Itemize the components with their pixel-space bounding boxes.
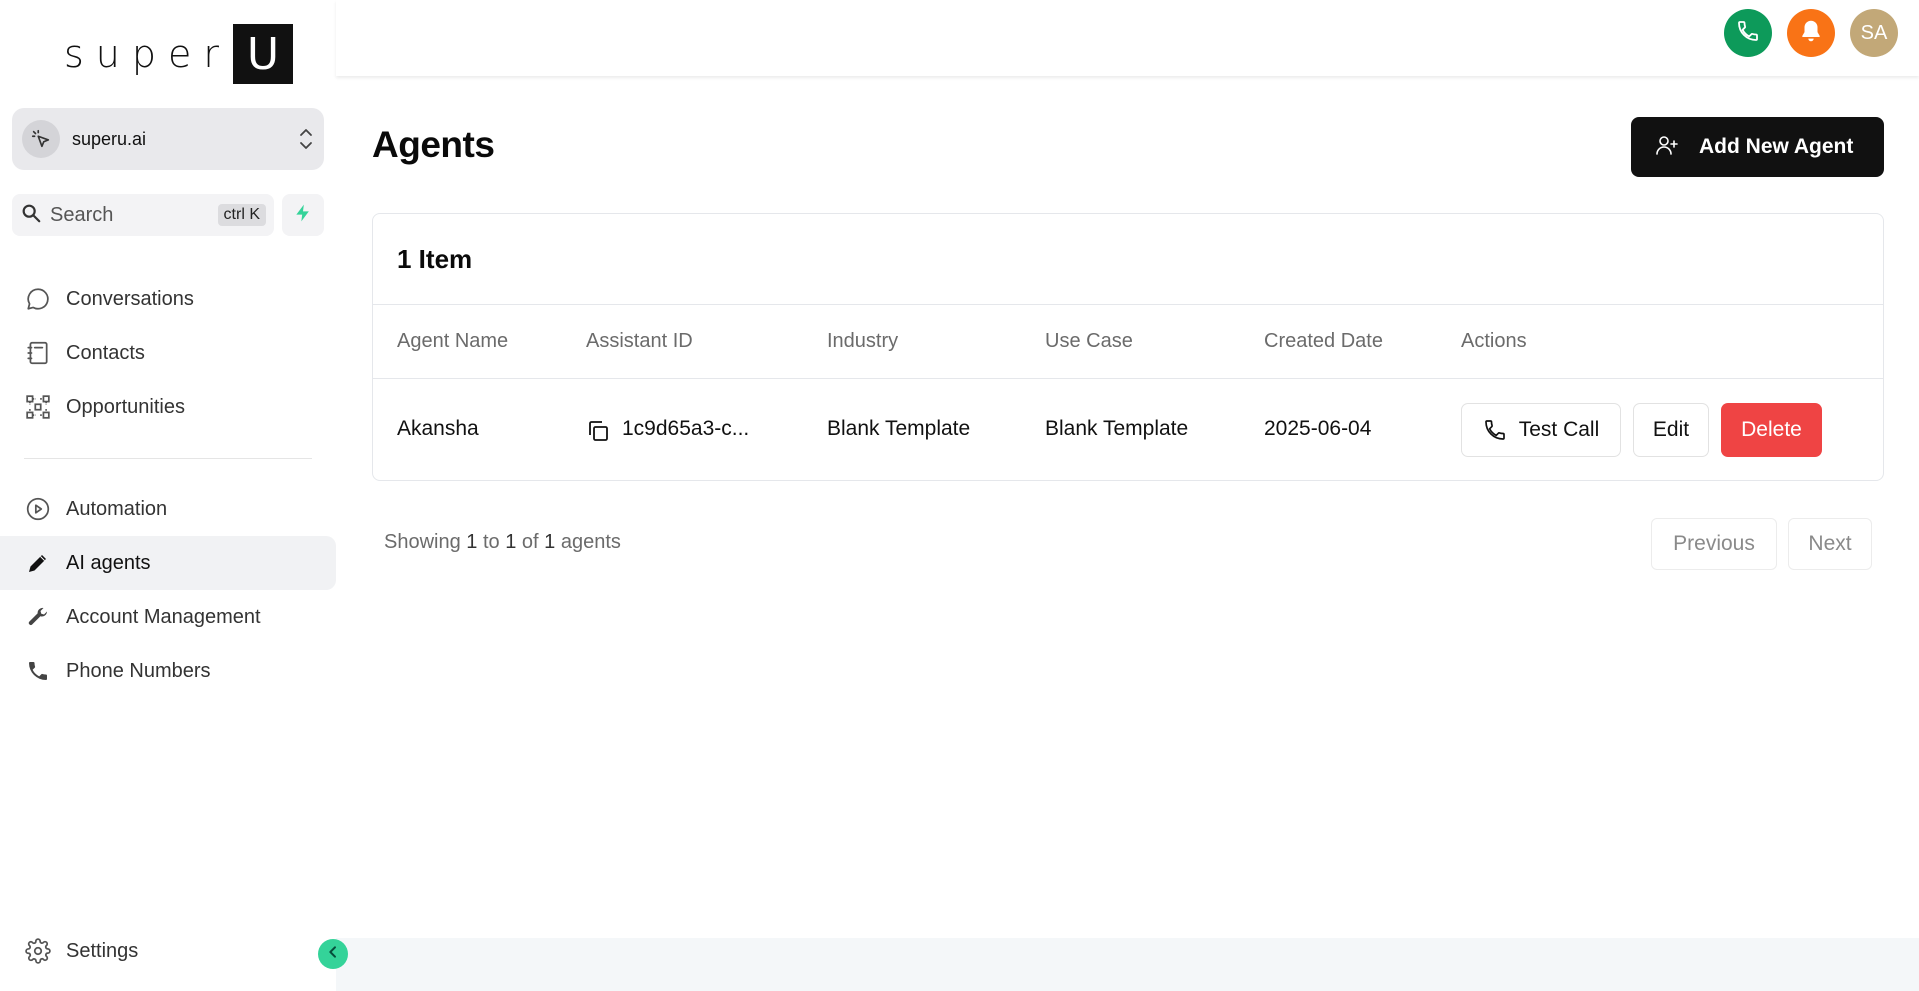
search-icon — [20, 202, 42, 229]
sidebar-item-settings[interactable]: Settings — [0, 924, 336, 978]
add-new-agent-label: Add New Agent — [1699, 135, 1854, 158]
logo-text: super — [64, 32, 232, 76]
network-icon — [24, 393, 52, 421]
sidebar-item-automation[interactable]: Automation — [0, 482, 336, 536]
sidebar-collapse-button[interactable] — [318, 939, 348, 969]
gear-icon — [24, 937, 52, 965]
phone-icon — [24, 657, 52, 685]
agents-table-card: 1 Item Agent Name Assistant ID Industry … — [372, 213, 1884, 481]
cell-agent-name: Akansha — [397, 417, 479, 440]
user-avatar[interactable]: SA — [1850, 9, 1898, 57]
sidebar: super U superu.ai Search ctrl K Conversa… — [0, 0, 336, 991]
sidebar-item-label: Automation — [66, 497, 168, 520]
divider — [373, 304, 1883, 305]
search-shortcut: ctrl K — [217, 204, 266, 226]
bell-icon — [1798, 18, 1824, 49]
contact-book-icon — [24, 339, 52, 367]
divider — [373, 378, 1883, 379]
org-switcher[interactable]: superu.ai — [12, 108, 324, 170]
add-new-agent-button[interactable]: Add New Agent — [1631, 117, 1884, 177]
search-box[interactable]: Search ctrl K — [12, 194, 274, 236]
sidebar-item-ai-agents[interactable]: AI agents — [0, 536, 336, 590]
previous-page-button[interactable]: Previous — [1651, 518, 1777, 570]
sidebar-item-label: Contacts — [66, 341, 145, 364]
item-count: 1 Item — [397, 244, 473, 274]
org-name: superu.ai — [72, 128, 147, 149]
column-header-agent-name[interactable]: Agent Name — [397, 330, 508, 353]
search-label: Search — [50, 203, 114, 226]
pagination-from: 1 — [466, 531, 478, 553]
call-button[interactable] — [1724, 9, 1772, 57]
cursor-sparkle-icon — [22, 120, 60, 158]
sidebar-item-label: Opportunities — [66, 395, 185, 418]
cell-assistant-id: 1c9d65a3-c... — [622, 417, 750, 440]
edit-button[interactable]: Edit — [1633, 403, 1709, 457]
phone-icon — [1736, 19, 1760, 48]
sidebar-item-label: Settings — [66, 939, 139, 962]
column-header-actions: Actions — [1461, 330, 1527, 352]
sidebar-item-contacts[interactable]: Contacts — [0, 326, 336, 380]
top-bar: SA — [336, 0, 1919, 76]
brand-logo[interactable]: super U — [64, 24, 294, 84]
pagination-of-word: of — [521, 531, 539, 553]
sidebar-item-phone-numbers[interactable]: Phone Numbers — [0, 644, 336, 698]
pagination-to: 1 — [505, 531, 517, 553]
user-plus-icon — [1655, 133, 1679, 162]
chevron-up-down-icon — [298, 126, 314, 152]
pagination-total: 1 — [544, 531, 556, 553]
play-circle-icon — [24, 495, 52, 523]
delete-button[interactable]: Delete — [1721, 403, 1822, 457]
delete-label: Delete — [1741, 418, 1802, 441]
sidebar-item-label: Account Management — [66, 605, 261, 628]
sidebar-item-opportunities[interactable]: Opportunities — [0, 380, 336, 434]
test-call-button[interactable]: Test Call — [1461, 403, 1621, 457]
sidebar-item-account-management[interactable]: Account Management — [0, 590, 336, 644]
phone-icon — [1483, 418, 1507, 442]
pagination-to-word: to — [482, 531, 500, 553]
copy-icon[interactable] — [586, 419, 610, 443]
quick-action-button[interactable] — [282, 194, 324, 236]
bolt-icon — [293, 202, 313, 229]
pagination-suffix: agents — [560, 531, 621, 553]
cell-use-case: Blank Template — [1045, 417, 1189, 440]
pagination-summary: Showing 1 to 1 of 1 agents — [384, 531, 621, 554]
test-call-label: Test Call — [1518, 418, 1600, 441]
sidebar-item-label: AI agents — [66, 551, 151, 574]
pagination-prefix: Showing — [384, 531, 461, 553]
cell-industry: Blank Template — [827, 417, 971, 440]
page-title: Agents — [372, 124, 495, 165]
nav-primary: Conversations Contacts Opportunities — [0, 272, 336, 434]
user-initials: SA — [1860, 21, 1888, 44]
sidebar-item-label: Phone Numbers — [66, 659, 211, 682]
nav-divider — [24, 458, 312, 459]
next-label: Next — [1808, 532, 1852, 555]
column-header-use-case[interactable]: Use Case — [1045, 330, 1133, 353]
footer-strip — [336, 938, 1919, 991]
cell-created-date: 2025-06-04 — [1264, 417, 1372, 440]
chat-bubble-icon — [24, 285, 52, 313]
next-page-button[interactable]: Next — [1788, 518, 1872, 570]
edit-label: Edit — [1652, 418, 1690, 441]
notifications-button[interactable] — [1787, 9, 1835, 57]
sidebar-item-label: Conversations — [66, 287, 194, 310]
column-header-industry[interactable]: Industry — [827, 330, 898, 353]
previous-label: Previous — [1673, 532, 1755, 555]
sidebar-item-conversations[interactable]: Conversations — [0, 272, 336, 326]
settings-section: Settings — [0, 924, 336, 978]
wrench-icon — [24, 603, 52, 631]
chevron-left-icon — [325, 944, 341, 965]
logo-box: U — [233, 24, 294, 84]
nav-secondary: Automation AI agents Account Management … — [0, 482, 336, 698]
pencil-icon — [24, 549, 52, 577]
column-header-assistant-id[interactable]: Assistant ID — [586, 330, 693, 353]
column-header-created-date[interactable]: Created Date — [1264, 330, 1383, 353]
